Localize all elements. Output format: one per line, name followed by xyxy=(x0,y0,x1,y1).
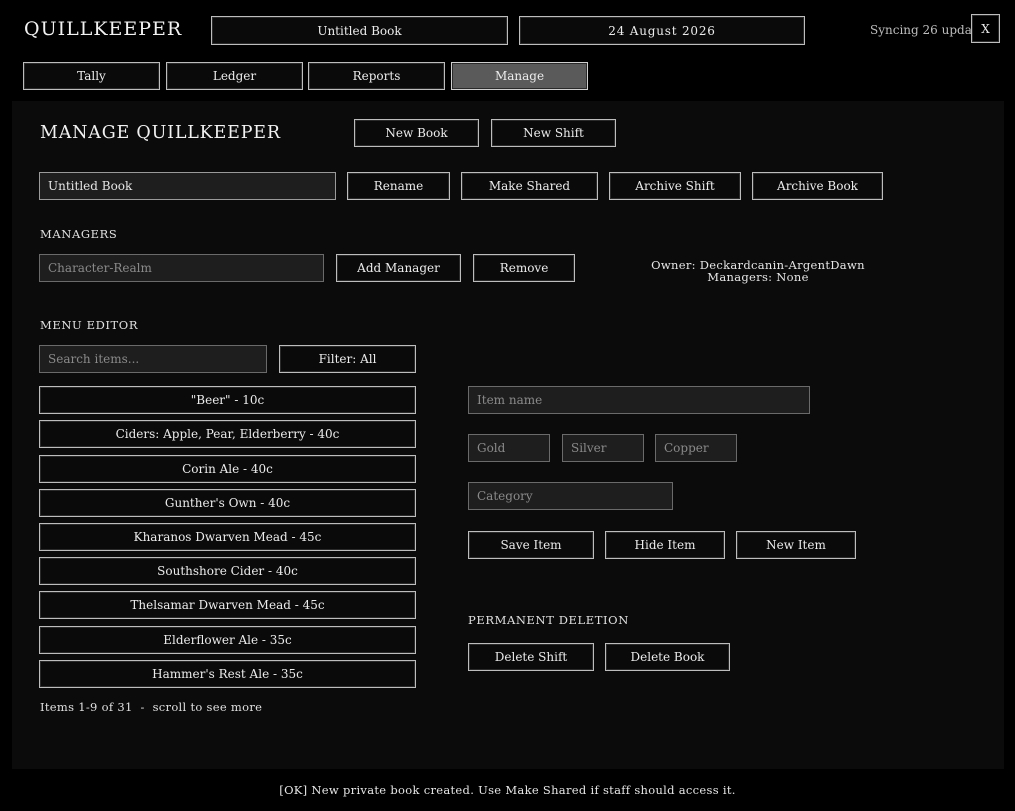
remove-manager-button[interactable]: Remove xyxy=(473,254,575,282)
search-items-input[interactable] xyxy=(39,345,267,373)
pagination-text: Items 1-9 of 31 - scroll to see more xyxy=(40,700,263,714)
item-name-input[interactable] xyxy=(468,386,810,414)
menu-item[interactable]: Ciders: Apple, Pear, Elderberry - 40c xyxy=(39,420,416,448)
save-item-button[interactable]: Save Item xyxy=(468,531,594,559)
manager-name-input[interactable] xyxy=(39,254,324,282)
make-shared-button[interactable]: Make Shared xyxy=(461,172,598,200)
menu-item[interactable]: Gunther's Own - 40c xyxy=(39,489,416,517)
add-manager-button[interactable]: Add Manager xyxy=(336,254,461,282)
tab-manage[interactable]: Manage xyxy=(451,62,588,90)
owner-info: Owner: Deckardcanin-ArgentDawn Managers:… xyxy=(620,259,896,284)
new-book-button[interactable]: New Book xyxy=(354,119,479,147)
menu-item[interactable]: Elderflower Ale - 35c xyxy=(39,626,416,654)
book-name-input[interactable] xyxy=(39,172,336,200)
silver-input[interactable] xyxy=(562,434,644,462)
menu-item[interactable]: "Beer" - 10c xyxy=(39,386,416,414)
book-name-display[interactable]: Untitled Book xyxy=(211,16,508,45)
filter-button[interactable]: Filter: All xyxy=(279,345,416,373)
menu-editor-heading: MENU EDITOR xyxy=(40,318,139,332)
archive-book-button[interactable]: Archive Book xyxy=(752,172,883,200)
menu-item[interactable]: Southshore Cider - 40c xyxy=(39,557,416,585)
hide-item-button[interactable]: Hide Item xyxy=(605,531,725,559)
status-message: [OK] New private book created. Use Make … xyxy=(279,783,736,797)
page-title: MANAGE QUILLKEEPER xyxy=(40,123,281,143)
menu-item[interactable]: Kharanos Dwarven Mead - 45c xyxy=(39,523,416,551)
copper-input[interactable] xyxy=(655,434,737,462)
app-title: QUILLKEEPER xyxy=(24,18,183,40)
new-item-button[interactable]: New Item xyxy=(736,531,856,559)
menu-item[interactable]: Hammer's Rest Ale - 35c xyxy=(39,660,416,688)
delete-shift-button[interactable]: Delete Shift xyxy=(468,643,594,671)
managers-heading: MANAGERS xyxy=(40,227,118,241)
tab-tally[interactable]: Tally xyxy=(23,62,160,90)
gold-input[interactable] xyxy=(468,434,550,462)
date-display[interactable]: 24 August 2026 xyxy=(519,16,805,45)
tab-ledger[interactable]: Ledger xyxy=(166,62,303,90)
archive-shift-button[interactable]: Archive Shift xyxy=(609,172,741,200)
delete-book-button[interactable]: Delete Book xyxy=(605,643,730,671)
category-input[interactable] xyxy=(468,482,673,510)
close-button[interactable]: X xyxy=(971,14,1000,43)
managers-text: Managers: None xyxy=(707,269,809,284)
rename-button[interactable]: Rename xyxy=(347,172,450,200)
deletion-heading: PERMANENT DELETION xyxy=(468,613,629,627)
tab-reports[interactable]: Reports xyxy=(308,62,445,90)
menu-item[interactable]: Thelsamar Dwarven Mead - 45c xyxy=(39,591,416,619)
new-shift-button[interactable]: New Shift xyxy=(491,119,616,147)
menu-item[interactable]: Corin Ale - 40c xyxy=(39,455,416,483)
sync-status: Syncing 26 updates xyxy=(870,23,974,37)
